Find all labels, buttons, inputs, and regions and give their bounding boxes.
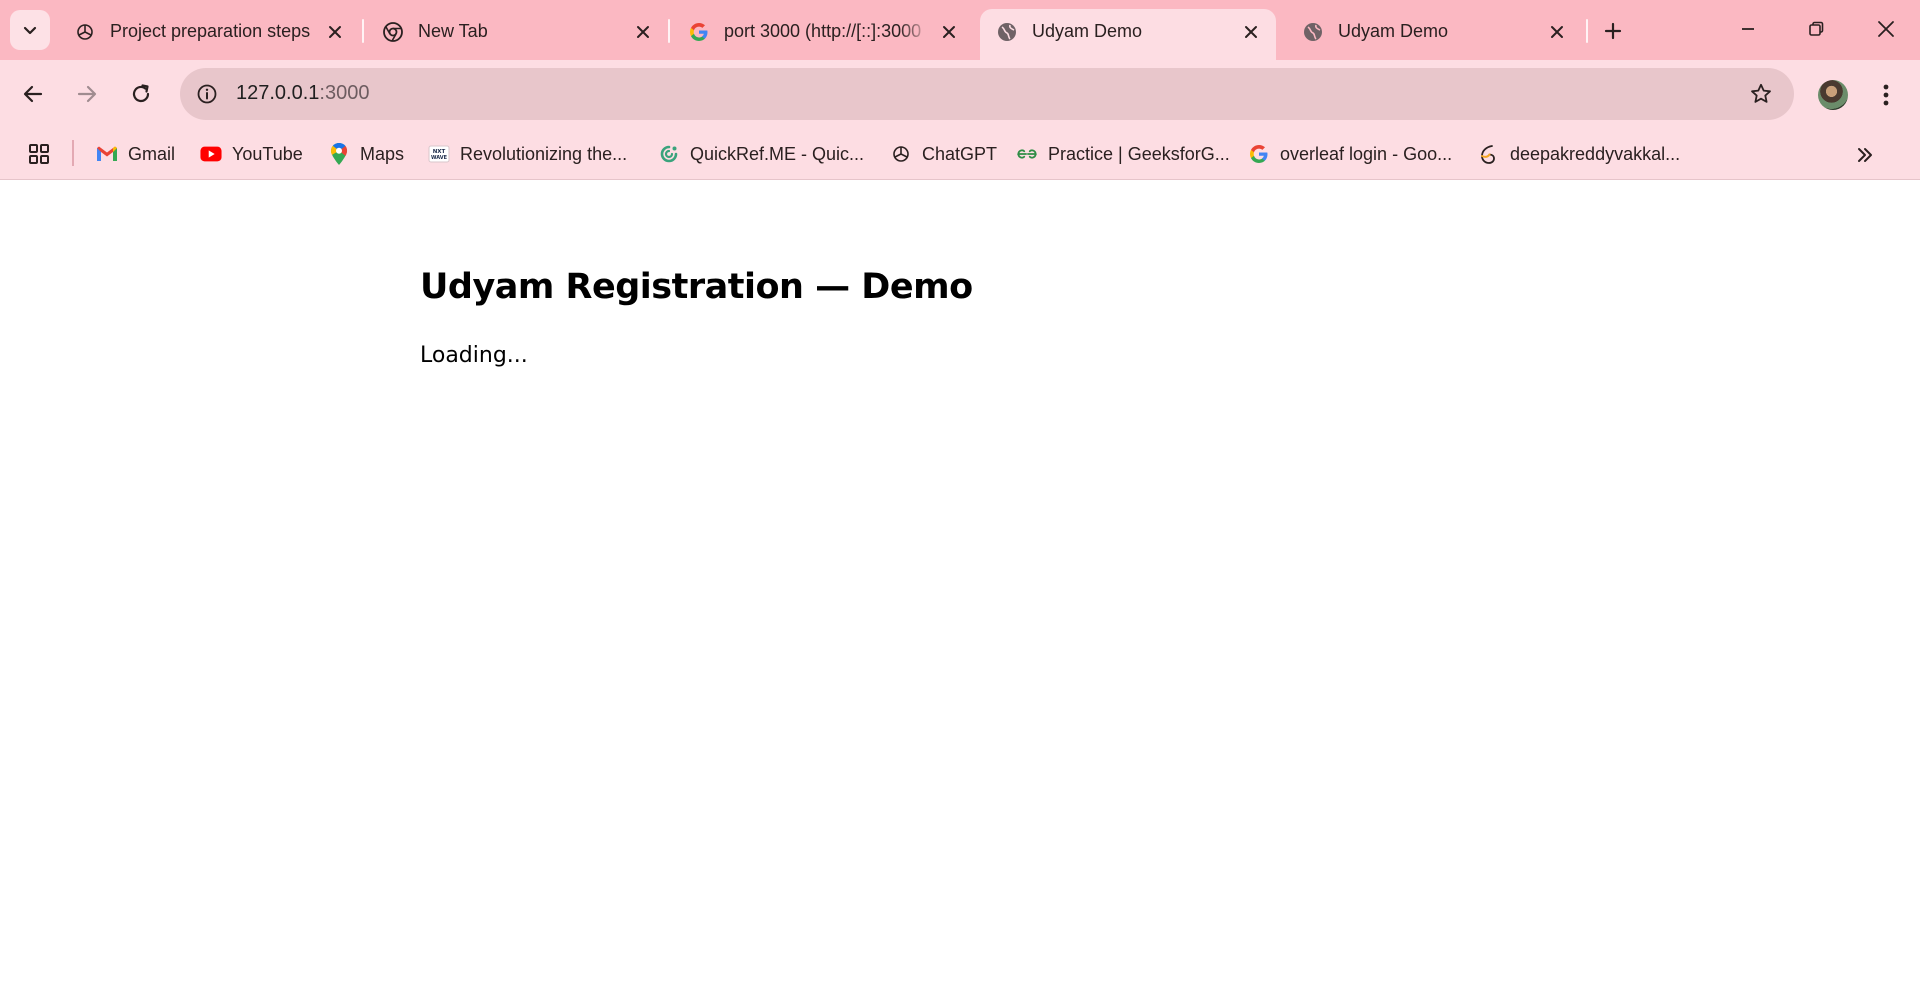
tab-udyam-demo-active[interactable]: Udyam Demo: [980, 9, 1276, 60]
more-vertical-icon: [1883, 84, 1889, 106]
site-info-icon[interactable]: [194, 81, 220, 107]
tab-new-tab[interactable]: New Tab: [366, 9, 668, 60]
tab-title: Udyam Demo: [1338, 21, 1449, 41]
url-text[interactable]: 127.0.0.1:3000: [236, 82, 369, 105]
bookmark-revolutionizing[interactable]: NXT WAVE Revolutionizing the...: [428, 138, 627, 170]
apps-grid-icon[interactable]: [26, 141, 52, 167]
bookmark-label: Revolutionizing the...: [460, 143, 628, 164]
bookmark-overleaf-login[interactable]: overleaf login - Goo...: [1248, 138, 1452, 170]
bookmark-deepakreddyvakkal[interactable]: deepakreddyvakkal...: [1478, 138, 1680, 170]
tab-title: Udyam Demo: [1032, 21, 1143, 41]
close-window-button[interactable]: [1866, 12, 1906, 46]
globe-icon: [996, 21, 1018, 43]
more-bookmarks-chevron-icon[interactable]: [1852, 142, 1878, 168]
page-viewport: Udyam Registration — Demo Loading...: [0, 181, 1920, 1008]
google-icon: [688, 21, 710, 43]
quickref-icon: [658, 143, 680, 165]
tab-title: port 3000 (http://[::]:3000: [724, 21, 922, 41]
geeksforgeeks-icon: [1016, 143, 1038, 165]
reload-icon: [132, 84, 150, 103]
bookmark-maps[interactable]: Maps: [328, 138, 404, 170]
bookmark-label: Gmail: [128, 143, 176, 164]
url-port: :3000: [319, 82, 370, 104]
forward-button[interactable]: [70, 77, 104, 111]
bookmark-chatgpt[interactable]: ChatGPT: [890, 138, 997, 170]
nxtwave-icon: NXT WAVE: [428, 143, 450, 165]
minimize-button[interactable]: [1728, 12, 1768, 46]
globe-icon: [1302, 21, 1324, 43]
restore-icon: [1809, 21, 1824, 36]
chatgpt-icon: [74, 21, 96, 43]
tab-project-preparation[interactable]: Project preparation steps: [58, 9, 360, 60]
tab-search-button[interactable]: [10, 10, 50, 50]
tab-separator: [668, 19, 670, 43]
close-tab-icon[interactable]: [1240, 21, 1262, 43]
back-button[interactable]: [16, 77, 50, 111]
tab-port-3000[interactable]: port 3000 (http://[::]:3000: [672, 9, 974, 60]
tab-udyam-demo[interactable]: Udyam Demo: [1286, 9, 1582, 60]
tab-separator: [362, 19, 364, 43]
maps-icon: [328, 143, 350, 165]
tab-strip: Project preparation steps New Tab port 3…: [0, 0, 1920, 60]
bookmarks-separator: [72, 140, 74, 166]
page-title: Udyam Registration — Demo: [420, 267, 973, 307]
tab-title: New Tab: [418, 21, 488, 41]
chrome-icon: [382, 21, 404, 43]
reload-button[interactable]: [124, 77, 158, 111]
arrow-right-icon: [77, 85, 97, 103]
loading-status-text: Loading...: [420, 343, 528, 368]
tab-title: Project preparation steps: [110, 21, 311, 41]
bookmark-quickref[interactable]: QuickRef.ME - Quic...: [658, 138, 864, 170]
bookmark-gmail[interactable]: Gmail: [96, 138, 175, 170]
bookmark-geeksforgeeks[interactable]: Practice | GeeksforG...: [1016, 138, 1230, 170]
browser-toolbar: 127.0.0.1:3000: [0, 60, 1920, 128]
close-icon: [1878, 21, 1894, 37]
bookmark-label: overleaf login - Goo...: [1280, 143, 1453, 164]
gmail-icon: [96, 143, 118, 165]
address-bar[interactable]: 127.0.0.1:3000: [180, 68, 1794, 120]
bookmark-label: Maps: [360, 143, 405, 164]
close-tab-icon[interactable]: [632, 21, 654, 43]
bookmark-youtube[interactable]: YouTube: [200, 138, 303, 170]
plus-icon: [1604, 22, 1622, 40]
minimize-icon: [1742, 28, 1754, 30]
youtube-icon: [200, 143, 222, 165]
restore-button[interactable]: [1796, 12, 1836, 46]
bookmark-star-icon[interactable]: [1748, 81, 1774, 107]
close-tab-icon[interactable]: [324, 21, 346, 43]
overleaf-icon: [1478, 143, 1500, 165]
arrow-left-icon: [23, 85, 43, 103]
chevron-down-icon: [23, 26, 37, 35]
close-tab-icon[interactable]: [938, 21, 960, 43]
new-tab-button[interactable]: [1598, 18, 1628, 44]
bookmark-label: Practice | GeeksforG...: [1048, 143, 1230, 164]
chatgpt-icon: [890, 143, 912, 165]
browser-menu-button[interactable]: [1872, 80, 1900, 110]
bookmarks-bar: Gmail YouTube Maps NXT WAVE Revolutionizi…: [0, 128, 1920, 180]
profile-avatar[interactable]: [1818, 80, 1848, 110]
google-icon: [1248, 143, 1270, 165]
bookmark-label: QuickRef.ME - Quic...: [690, 143, 865, 164]
svg-text:WAVE: WAVE: [431, 155, 448, 161]
url-host: 127.0.0.1: [236, 82, 320, 104]
bookmark-label: YouTube: [232, 143, 303, 164]
bookmark-label: deepakreddyvakkal...: [1510, 143, 1681, 164]
close-tab-icon[interactable]: [1546, 21, 1568, 43]
tab-separator: [1586, 19, 1588, 43]
bookmark-label: ChatGPT: [922, 143, 998, 164]
